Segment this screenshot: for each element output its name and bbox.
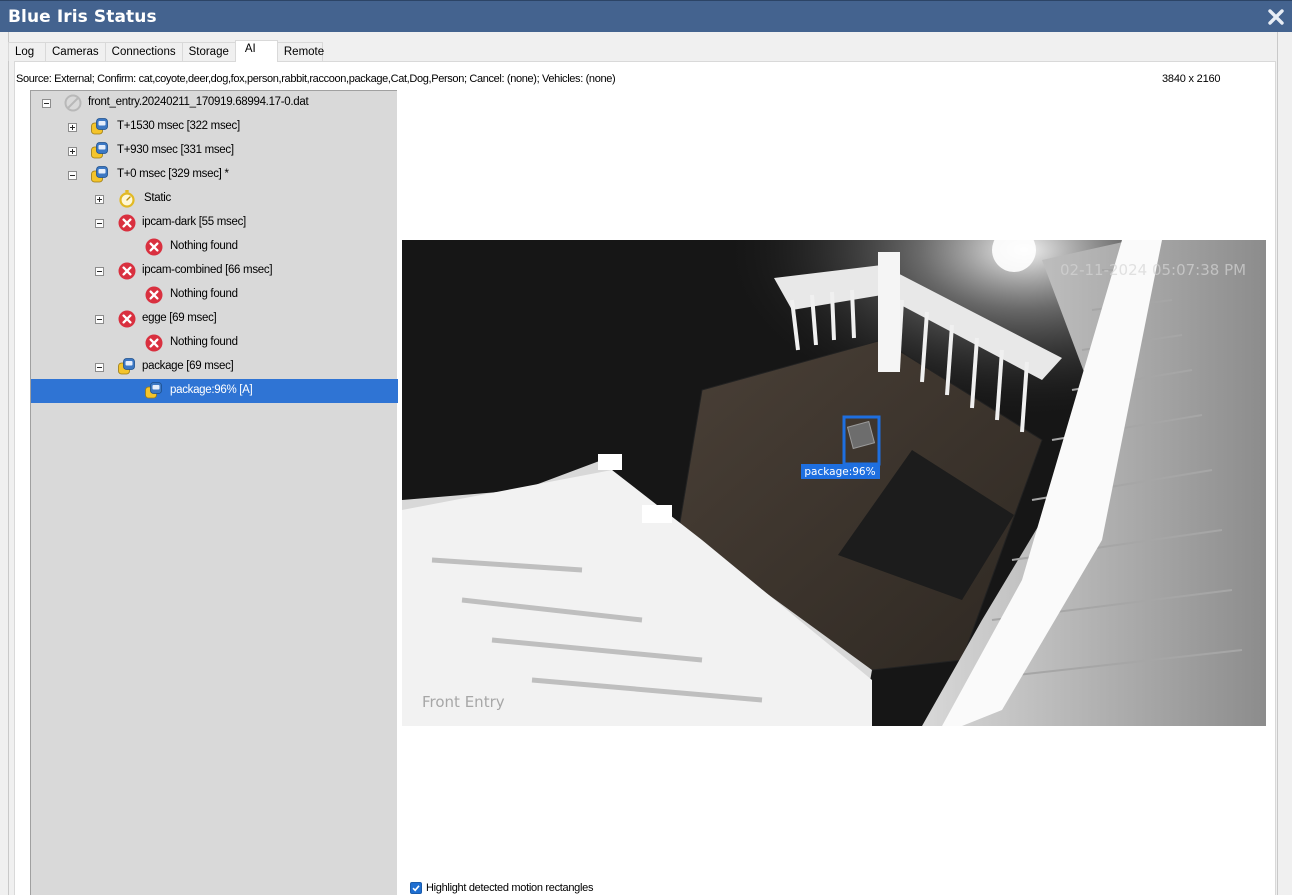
tree-item-label: Nothing found [170, 288, 238, 300]
porch-scene: package:96% 02-11-2024 05:07:38 PM Front… [402, 240, 1266, 726]
ai-results-tree[interactable]: front_entry.20240211_170919.68994.17-0.d… [30, 90, 398, 895]
tree-item-label: Nothing found [170, 240, 238, 252]
ai-python-icon [118, 358, 135, 375]
window-title: Blue Iris Status [8, 7, 157, 27]
ai-python-icon [91, 142, 108, 159]
stopwatch-icon [119, 190, 135, 208]
tab-connections[interactable]: Connections [104, 42, 183, 61]
error-icon [118, 310, 136, 328]
tree-item-model[interactable]: ipcam-combined [66 msec] [31, 259, 398, 283]
check-icon [412, 885, 420, 892]
tree-item-result-selected[interactable]: package:96% [A] [31, 379, 398, 403]
tab-cameras[interactable]: Cameras [45, 42, 106, 61]
collapse-toggle[interactable] [95, 219, 104, 228]
tree-item-result[interactable]: Nothing found [31, 235, 398, 259]
tree-item-result[interactable]: Nothing found [31, 283, 398, 307]
title-bar[interactable]: Blue Iris Status [0, 0, 1292, 32]
disabled-icon [64, 94, 82, 112]
tree-item-frame[interactable]: T+1530 msec [322 msec] [31, 115, 398, 139]
close-button[interactable] [1264, 5, 1288, 29]
tree-item-label: T+930 msec [331 msec] [117, 144, 234, 156]
highlight-motion-option[interactable]: Highlight detected motion rectangles [410, 882, 593, 894]
ai-python-icon [145, 382, 162, 399]
tree-item-label: front_entry.20240211_170919.68994.17-0.d… [88, 96, 309, 108]
tree-item-result[interactable]: Nothing found [31, 331, 398, 355]
tree-item-label: T+0 msec [329 msec] * [117, 168, 229, 180]
tree-item-frame[interactable]: T+930 msec [331 msec] [31, 139, 398, 163]
collapse-toggle[interactable] [42, 99, 51, 108]
tree-item-label: T+1530 msec [322 msec] [117, 120, 240, 132]
tree-item-label: ipcam-dark [55 msec] [142, 216, 246, 228]
tab-log[interactable]: Log [8, 42, 46, 61]
ai-python-icon [91, 166, 108, 183]
status-window: Blue Iris Status Log Cameras Connections… [0, 0, 1292, 895]
close-icon [1268, 9, 1284, 25]
expand-toggle[interactable] [68, 123, 77, 132]
camera-name-overlay: Front Entry [422, 693, 505, 711]
tree-item-label: package:96% [A] [170, 384, 253, 396]
expand-toggle[interactable] [68, 147, 77, 156]
image-resolution: 3840 x 2160 [1162, 73, 1221, 85]
error-icon [145, 238, 163, 256]
tab-remote[interactable]: Remote [276, 42, 324, 61]
tree-item-model[interactable]: package [69 msec] [31, 355, 398, 379]
detection-label: package:96% [804, 466, 875, 478]
error-icon [145, 334, 163, 352]
tree-root[interactable]: front_entry.20240211_170919.68994.17-0.d… [31, 91, 398, 115]
tree-item-label: Static [144, 192, 171, 204]
timestamp-overlay: 02-11-2024 05:07:38 PM [1060, 261, 1246, 279]
highlight-checkbox[interactable] [410, 882, 422, 894]
tree-item-frame[interactable]: T+0 msec [329 msec] * [31, 163, 398, 187]
error-icon [145, 286, 163, 304]
tab-storage[interactable]: Storage [181, 42, 236, 61]
collapse-toggle[interactable] [95, 363, 104, 372]
error-icon [118, 262, 136, 280]
ai-python-icon [91, 118, 108, 135]
tree-item-label: egge [69 msec] [142, 312, 217, 324]
tree-item-label: ipcam-combined [66 msec] [142, 264, 273, 276]
tree-item-static[interactable]: Static [31, 187, 398, 211]
error-icon [118, 214, 136, 232]
collapse-toggle[interactable] [95, 315, 104, 324]
collapse-toggle[interactable] [95, 267, 104, 276]
tree-item-model[interactable]: ipcam-dark [55 msec] [31, 211, 398, 235]
tab-ai[interactable]: AI [234, 40, 278, 62]
collapse-toggle[interactable] [68, 171, 77, 180]
tree-item-model[interactable]: egge [69 msec] [31, 307, 398, 331]
tab-strip: Log Cameras Connections Storage AI Remot… [8, 40, 324, 62]
source-summary: Source: External; Confirm: cat,coyote,de… [16, 73, 616, 85]
highlight-checkbox-label: Highlight detected motion rectangles [426, 882, 594, 894]
expand-toggle[interactable] [95, 195, 104, 204]
camera-snapshot[interactable]: package:96% 02-11-2024 05:07:38 PM Front… [402, 240, 1266, 726]
tree-item-label: Nothing found [170, 336, 238, 348]
tree-item-label: package [69 msec] [142, 360, 234, 372]
